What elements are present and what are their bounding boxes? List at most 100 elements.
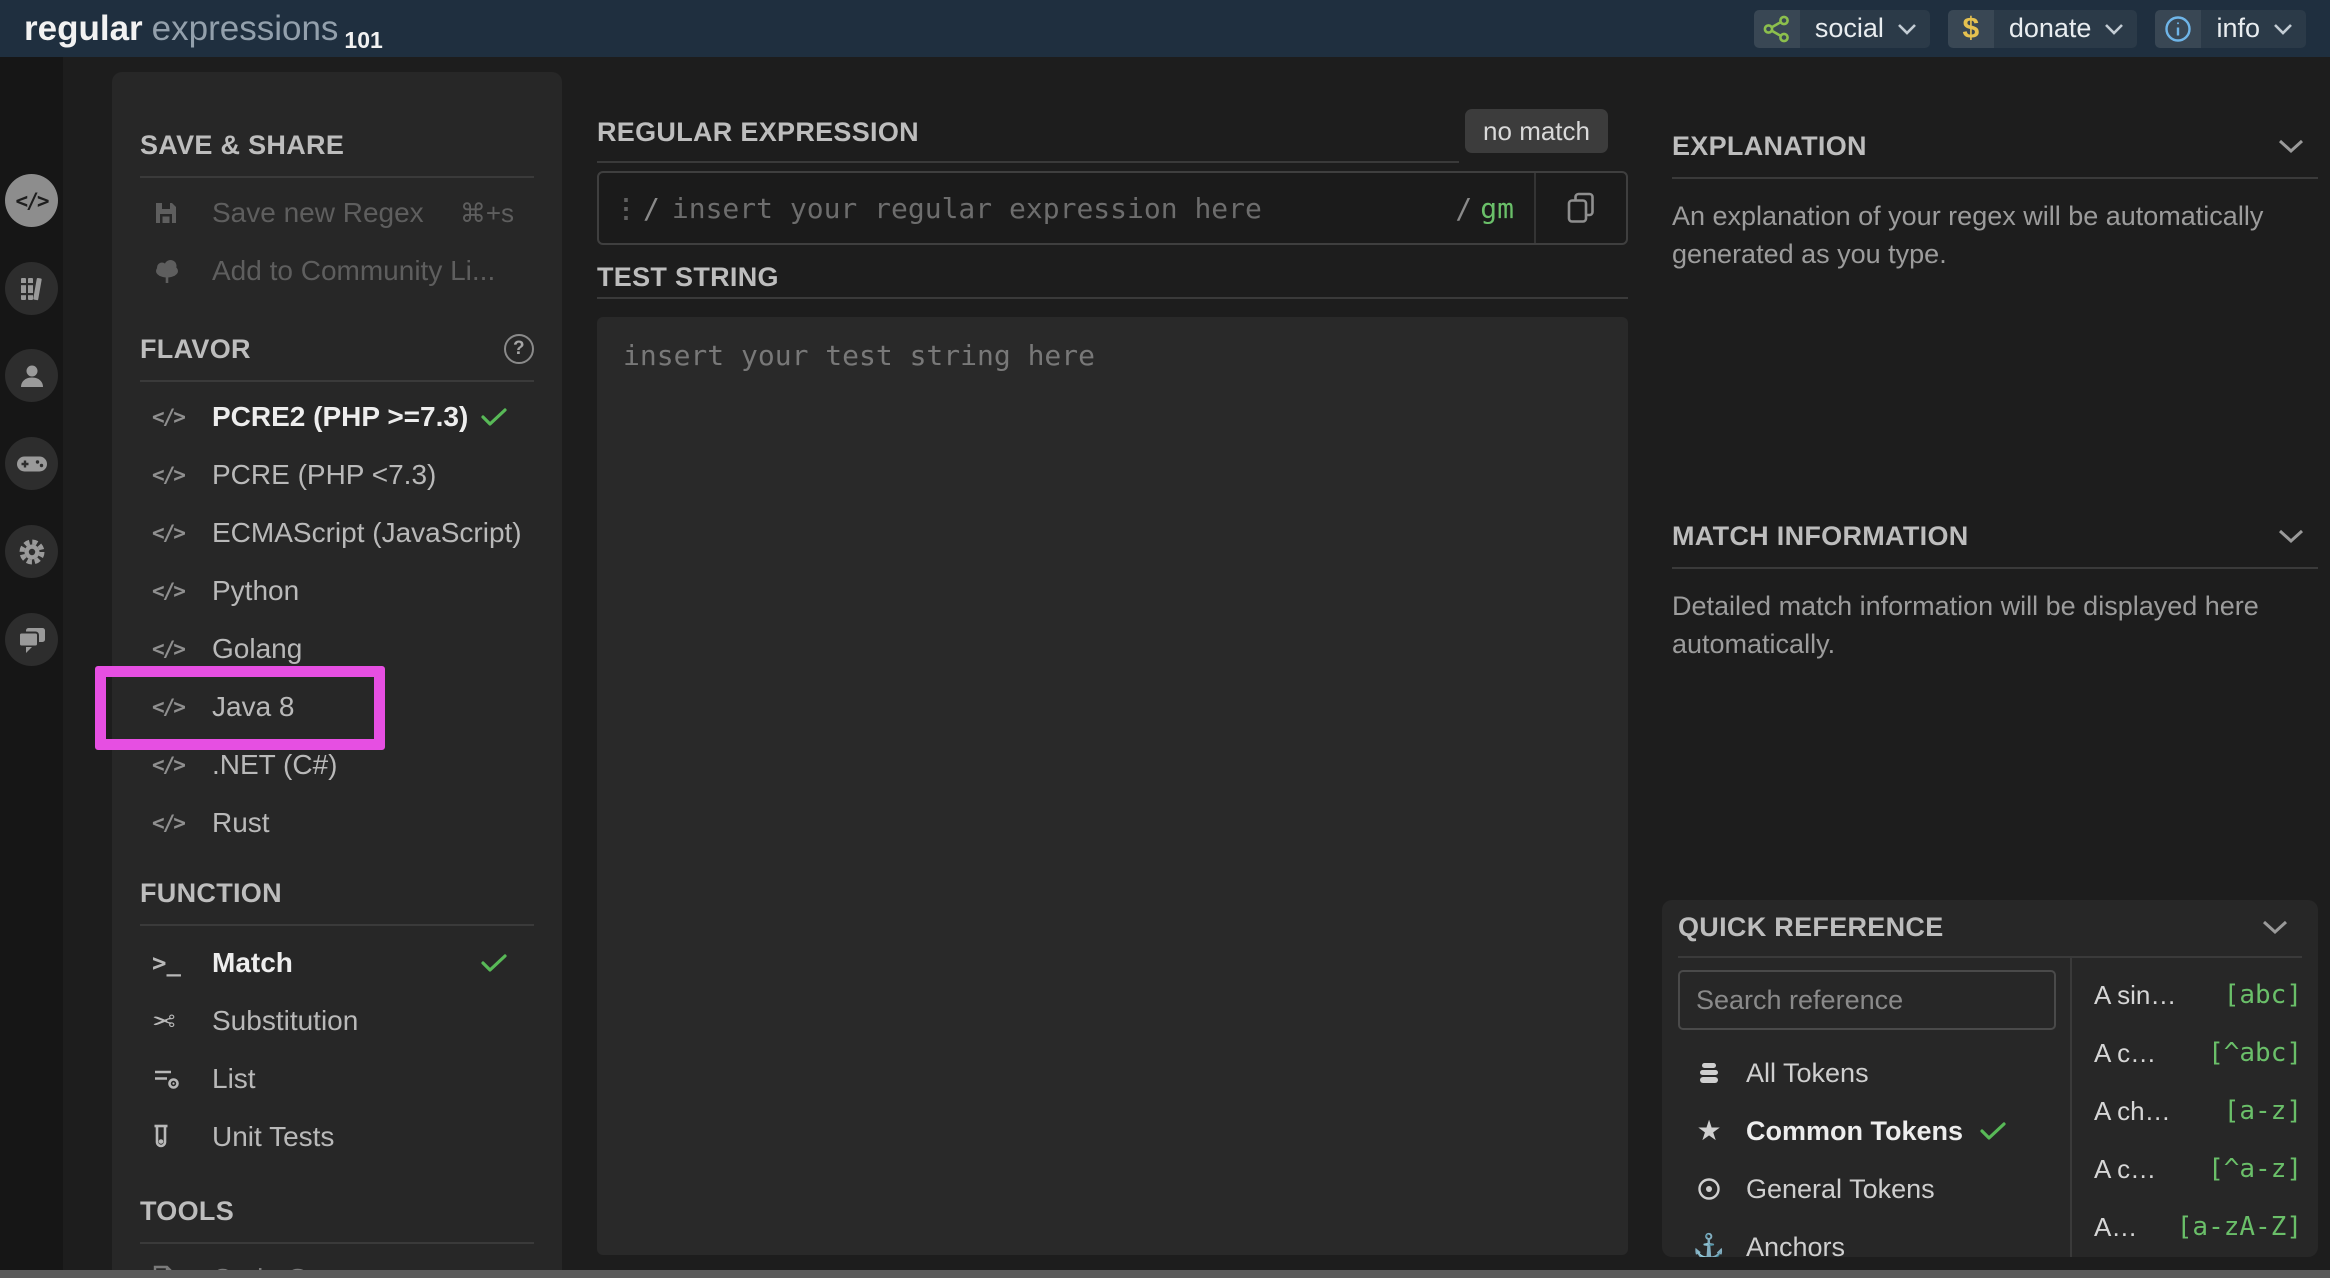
test-string-input[interactable] bbox=[597, 317, 1628, 1255]
left-sidebar-panel: SAVE & SHARE Save new Regex ⌘+s bbox=[112, 72, 562, 1278]
social-menu-label: social bbox=[1800, 13, 1896, 44]
nav-library-button[interactable] bbox=[5, 262, 58, 315]
info-column: EXPLANATION An explanation of your regex… bbox=[1672, 57, 2318, 663]
code-slash-icon: </> bbox=[152, 521, 184, 545]
flavor-item-pcre2[interactable]: </> PCRE2 (PHP >=7.3) bbox=[140, 388, 534, 446]
token-list-column: A sin… [abc] A c… [^abc] A ch… [a-z] A c… bbox=[2070, 958, 2302, 1257]
library-icon bbox=[17, 274, 47, 304]
flavor-item-pcre[interactable]: </> PCRE (PHP <7.3) bbox=[140, 446, 534, 504]
token-row[interactable]: A c… [^a-z] bbox=[2094, 1140, 2302, 1198]
category-general-tokens[interactable]: General Tokens bbox=[1678, 1160, 2056, 1218]
divider bbox=[140, 380, 534, 382]
circle-dot-icon bbox=[1694, 1176, 1724, 1202]
nav-playground-button[interactable] bbox=[5, 437, 58, 490]
regex-flags[interactable]: gm bbox=[1480, 192, 1514, 225]
logo-word-expressions: expressions bbox=[152, 9, 339, 48]
nav-code-editor-button[interactable]: </> bbox=[5, 174, 58, 227]
donate-menu-button[interactable]: $ donate bbox=[1948, 10, 2138, 48]
token-row[interactable]: A sin… [abc] bbox=[2094, 966, 2302, 1024]
divider bbox=[140, 1242, 534, 1244]
code-slash-icon: </> bbox=[152, 753, 184, 777]
nav-feedback-button[interactable] bbox=[5, 613, 58, 666]
token-row[interactable]: A ch… [a-z] bbox=[2094, 1082, 2302, 1140]
category-common-tokens[interactable]: ★ Common Tokens bbox=[1678, 1102, 2056, 1160]
info-menu-label: info bbox=[2201, 13, 2272, 44]
gamepad-icon bbox=[16, 452, 48, 476]
left-icon-rail: </> bbox=[0, 57, 63, 1278]
explanation-body: An explanation of your regex will be aut… bbox=[1672, 197, 2318, 273]
flavor-item-python[interactable]: </> Python bbox=[140, 562, 534, 620]
match-status-badge: no match bbox=[1465, 109, 1608, 153]
floppy-icon bbox=[152, 199, 196, 227]
drag-handle-icon[interactable]: ⋮ bbox=[613, 193, 639, 224]
category-all-tokens[interactable]: All Tokens bbox=[1678, 1044, 2056, 1102]
chevron-down-icon[interactable] bbox=[2276, 137, 2306, 155]
account-icon bbox=[18, 362, 46, 390]
function-item-match[interactable]: >_ Match bbox=[140, 934, 534, 992]
info-circle-icon bbox=[2155, 10, 2201, 48]
dollar-icon: $ bbox=[1948, 10, 1994, 48]
logo-word-regular: regular bbox=[24, 9, 143, 48]
divider bbox=[597, 297, 1628, 299]
explanation-header: EXPLANATION bbox=[1672, 129, 2318, 163]
regex-input[interactable] bbox=[670, 191, 1456, 226]
logo-101: 101 bbox=[344, 27, 382, 53]
add-to-community-item[interactable]: Add to Community Li... bbox=[140, 242, 534, 300]
chevron-down-icon[interactable] bbox=[2276, 527, 2306, 545]
flavor-item-java8[interactable]: </> Java 8 bbox=[140, 678, 534, 736]
save-new-regex-label: Save new Regex bbox=[212, 197, 424, 229]
divider bbox=[597, 161, 1459, 163]
flavor-item-golang[interactable]: </> Golang bbox=[140, 620, 534, 678]
token-row[interactable]: A… [a-zA-Z] bbox=[2094, 1198, 2302, 1256]
check-icon bbox=[480, 953, 508, 973]
code-slash-icon: </> bbox=[152, 463, 184, 487]
tools-section-title: TOOLS bbox=[140, 1194, 534, 1228]
function-item-list[interactable]: List bbox=[140, 1050, 534, 1108]
test-string-header: TEST STRING bbox=[597, 259, 1628, 295]
regex-section-title: REGULAR EXPRESSION bbox=[597, 117, 919, 148]
bottom-scrollbar[interactable] bbox=[0, 1270, 2330, 1278]
chevron-down-icon bbox=[1896, 22, 1918, 36]
flavor-help-icon[interactable]: ? bbox=[504, 334, 534, 364]
test-string-title: TEST STRING bbox=[597, 262, 779, 293]
social-menu-button[interactable]: social bbox=[1754, 10, 1930, 48]
app-logo[interactable]: regularexpressions101 bbox=[24, 9, 383, 49]
function-item-substitution[interactable]: ✂ Substitution bbox=[140, 992, 534, 1050]
token-categories-column: All Tokens ★ Common Tokens General Tok bbox=[1678, 958, 2070, 1257]
function-item-unit-tests[interactable]: Unit Tests bbox=[140, 1108, 534, 1166]
info-menu-button[interactable]: info bbox=[2155, 10, 2306, 48]
reference-search-input[interactable] bbox=[1678, 970, 2056, 1030]
save-share-section-title: SAVE & SHARE bbox=[140, 128, 534, 162]
stack-icon bbox=[1694, 1061, 1724, 1085]
feedback-chat-icon bbox=[17, 626, 47, 654]
nav-settings-button[interactable] bbox=[5, 525, 58, 578]
quick-reference-panel: QUICK REFERENCE All To bbox=[1662, 900, 2318, 1257]
quick-reference-content: All Tokens ★ Common Tokens General Tok bbox=[1678, 958, 2302, 1257]
chevron-down-icon bbox=[2103, 22, 2125, 36]
chevron-down-icon bbox=[2272, 22, 2294, 36]
code-slash-icon: </> bbox=[152, 637, 184, 661]
test-tube-icon bbox=[152, 1123, 196, 1151]
chevron-down-icon[interactable] bbox=[2260, 918, 2290, 936]
divider bbox=[140, 176, 534, 178]
token-row[interactable]: A c… [^abc] bbox=[2094, 1024, 2302, 1082]
top-header-bar: regularexpressions101 social $ donate bbox=[0, 0, 2330, 57]
code-slash-icon: </> bbox=[152, 405, 184, 429]
nav-account-button[interactable] bbox=[5, 349, 58, 402]
flavor-item-ecmascript[interactable]: </> ECMAScript (JavaScript) bbox=[140, 504, 534, 562]
explanation-title: EXPLANATION bbox=[1672, 131, 1867, 162]
quick-reference-header: QUICK REFERENCE bbox=[1678, 910, 2302, 944]
donate-menu-label: donate bbox=[1994, 13, 2104, 44]
save-new-regex-item[interactable]: Save new Regex ⌘+s bbox=[140, 184, 534, 242]
match-information-header: MATCH INFORMATION bbox=[1672, 519, 2318, 553]
code-icon: </> bbox=[16, 189, 48, 213]
list-gear-icon bbox=[152, 1067, 196, 1091]
function-section-title: FUNCTION bbox=[140, 876, 534, 910]
category-anchors[interactable]: ⚓ Anchors bbox=[1678, 1218, 2056, 1257]
flavor-item-dotnet[interactable]: </> .NET (C#) bbox=[140, 736, 534, 794]
regex-close-delimiter: / bbox=[1455, 192, 1472, 225]
code-slash-icon: </> bbox=[152, 579, 184, 603]
flavor-item-rust[interactable]: </> Rust bbox=[140, 794, 534, 852]
copy-regex-button[interactable] bbox=[1536, 173, 1626, 243]
editor-column: REGULAR EXPRESSION no match ⋮ / / gm TES… bbox=[597, 57, 1628, 1255]
